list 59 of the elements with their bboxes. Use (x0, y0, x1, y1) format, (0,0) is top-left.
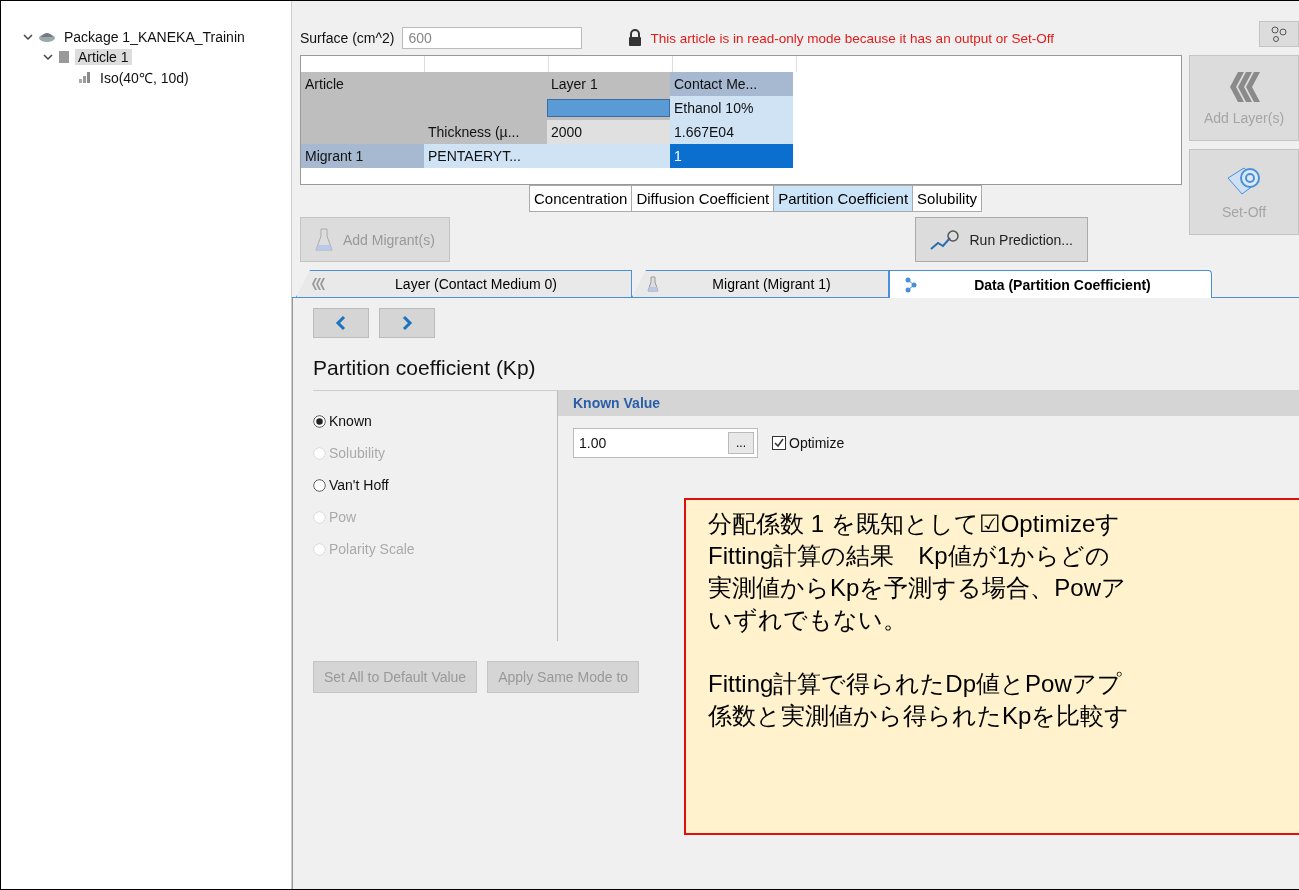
checkbox-label[interactable]: Optimize (789, 435, 845, 451)
table-cell[interactable]: Contact Me... (670, 72, 793, 96)
radio-button[interactable] (313, 478, 326, 492)
read-only-message: This article is in read-only mode because it has an output or Set-Off (650, 30, 1054, 46)
package-icon (38, 31, 56, 43)
tab[interactable]: Data (Partition Coefficient) (889, 270, 1212, 298)
flask-icon (315, 227, 333, 252)
known-value-field[interactable]: 1.00 ... (573, 428, 758, 458)
molecule-icon (904, 276, 918, 293)
surface-field[interactable]: 600 (402, 27, 583, 49)
table-cell[interactable]: 2000 (547, 120, 670, 144)
known-value-header: Known Value (558, 390, 1299, 416)
tree-item[interactable]: Iso(40℃, 10d) (97, 67, 192, 87)
connections-icon (1271, 26, 1287, 42)
table-cell[interactable] (547, 144, 670, 168)
tree-item[interactable]: Package 1_KANEKA_Trainin (61, 29, 248, 45)
lock-icon (628, 29, 643, 47)
grid-tab[interactable]: Diffusion Coefficient (631, 185, 775, 212)
annotation-text: Fitting計算で得られたDp値とPowアプ (708, 669, 1122, 699)
table-cell[interactable]: Thickness (µ... (424, 120, 547, 144)
table-cell[interactable]: PENTAERYT... (424, 144, 547, 168)
table-cell[interactable]: Migrant 1 (301, 144, 424, 168)
tab[interactable]: Migrant (Migrant 1) (632, 270, 889, 297)
table-cell[interactable]: Ethanol 10% (670, 96, 793, 120)
browse-button[interactable]: ... (728, 432, 754, 454)
table-cell[interactable]: 1.667E04 (670, 120, 793, 144)
chevron-left-icon (335, 315, 347, 331)
previous-button[interactable] (313, 308, 369, 338)
checkbox[interactable] (772, 436, 786, 450)
grid-tab[interactable]: Solubility (912, 185, 983, 212)
chevron-right-icon (401, 315, 413, 331)
table-cell[interactable]: Article (301, 72, 424, 96)
annotation-text: Fitting計算の結果 Kp値が1からどの (708, 541, 1111, 571)
connections-button[interactable] (1259, 21, 1299, 47)
chevron-icon[interactable] (43, 52, 53, 62)
run-prediction-button[interactable]: Run Prediction... (914, 217, 1088, 262)
next-button[interactable] (379, 308, 435, 338)
table-cell[interactable]: 1 (670, 144, 793, 168)
section-title: Partition coefficient (Kp) (313, 356, 558, 391)
annotation-text: 実測値からKpを予測する場合、Powア (708, 573, 1127, 603)
radio-button[interactable] (313, 414, 326, 428)
layers-icon (311, 278, 325, 290)
radio-label[interactable]: Van't Hoff (329, 477, 389, 493)
tab[interactable]: Layer (Contact Medium 0) (296, 270, 632, 297)
flask-icon (647, 276, 659, 292)
annotation-text: いずれでもない。 (708, 605, 907, 635)
grid-tab[interactable]: Partition Coefficient (773, 185, 914, 212)
document-icon (58, 50, 70, 64)
annotation-text: 係数と実測値から得られたKpを比較す (708, 701, 1130, 731)
tree-item[interactable]: Article 1 (75, 49, 132, 65)
bar-chart-icon (78, 71, 92, 83)
chevron-icon[interactable] (23, 32, 33, 42)
radio-label[interactable]: Known (329, 413, 372, 429)
annotation-text: 分配係数 1 を既知として☑Optimizeす (708, 509, 1121, 539)
surface-label: Surface (cm^2) (300, 30, 395, 46)
table-cell[interactable]: Layer 1 (547, 72, 670, 96)
prediction-icon (929, 228, 960, 251)
grid-tab[interactable]: Concentration (529, 185, 633, 212)
table-cell[interactable] (547, 96, 670, 120)
